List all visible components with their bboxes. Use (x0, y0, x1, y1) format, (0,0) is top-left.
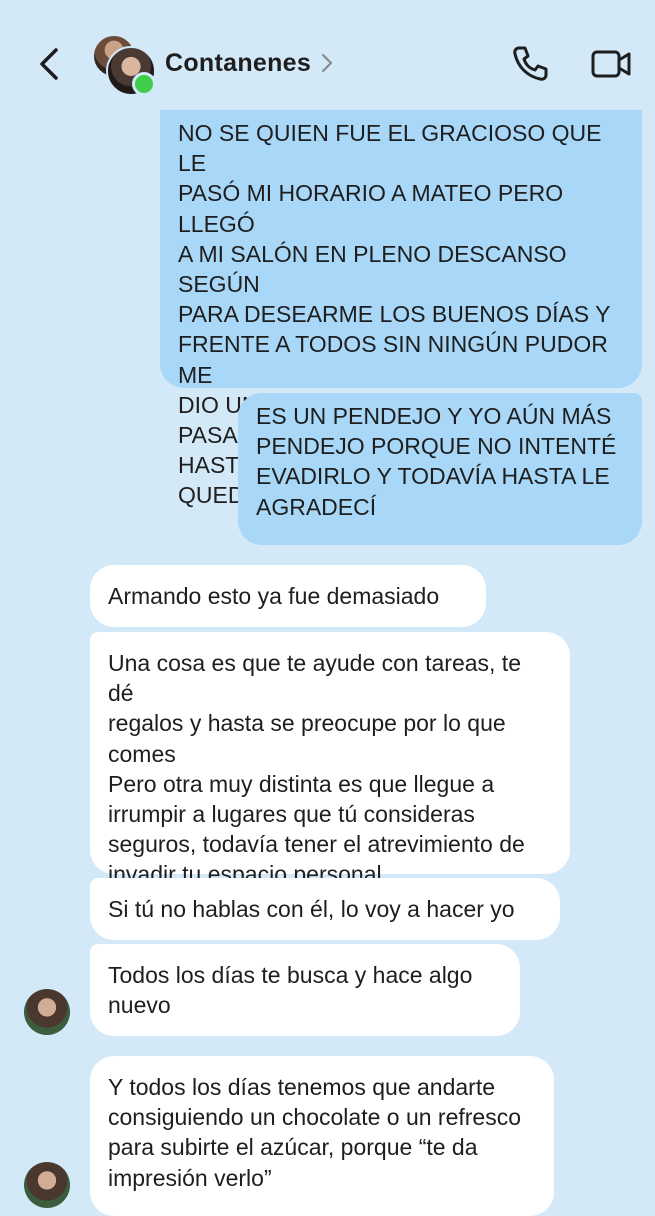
message-bubble-incoming[interactable]: Y todos los días tenemos que andarte con… (90, 1056, 554, 1216)
video-camera-icon[interactable] (590, 46, 632, 82)
chevron-right-icon[interactable] (320, 52, 334, 74)
sender-avatar[interactable] (24, 989, 70, 1035)
message-bubble-incoming[interactable]: Todos los días te busca y hace algo nuev… (90, 944, 520, 1036)
chat-header: Contanenes (0, 0, 655, 110)
contact-name[interactable]: Contanenes (165, 49, 311, 78)
message-bubble-incoming[interactable]: Si tú no hablas con él, lo voy a hacer y… (90, 878, 560, 940)
message-bubble-incoming[interactable]: Una cosa es que te ayude con tareas, te … (90, 632, 570, 887)
phone-icon[interactable] (510, 44, 550, 84)
message-bubble-incoming[interactable]: Armando esto ya fue demasiado (90, 565, 486, 627)
message-bubble-outgoing[interactable]: ES UN PENDEJO Y YO AÚN MÁS PENDEJO PORQU… (238, 393, 642, 545)
back-icon[interactable] (36, 44, 66, 84)
contact-avatar[interactable] (92, 34, 158, 96)
sender-avatar[interactable] (24, 1162, 70, 1208)
online-status-icon (132, 72, 156, 96)
message-bubble-outgoing[interactable]: NO SE QUIEN FUE EL GRACIOSO QUE LE PASÓ … (160, 110, 642, 508)
